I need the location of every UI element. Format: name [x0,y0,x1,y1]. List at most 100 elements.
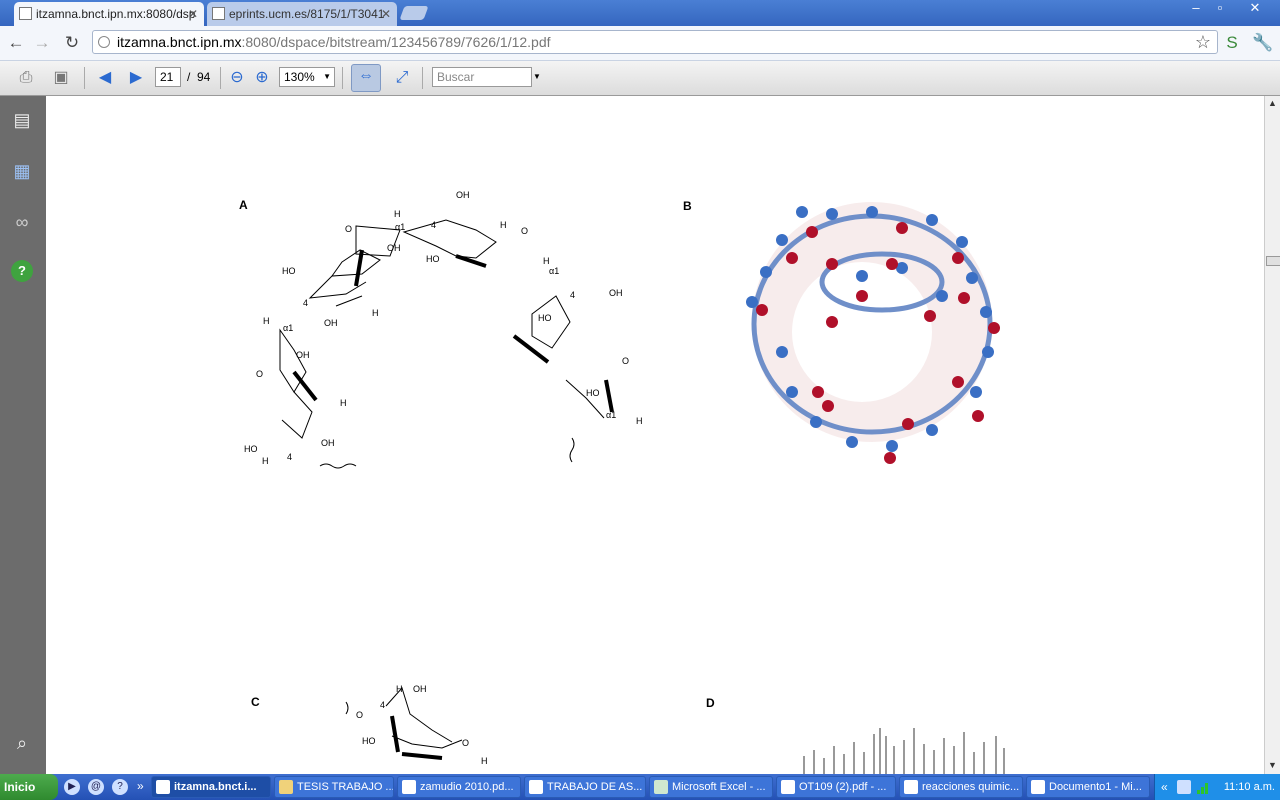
browser-window: itzamna.bnct.ipn.mx:8080/dsp ✕ eprints.u… [0,0,1280,800]
page-favicon-icon [212,7,225,20]
taskbar-item-folder[interactable]: TESIS TRABAJO ... [274,776,394,798]
network-icon[interactable] [1177,780,1191,794]
new-tab-button[interactable] [399,6,429,20]
maximize-button[interactable]: ▫ [1208,0,1232,18]
next-page-icon[interactable]: ▶ [125,67,147,89]
chem-label: OH [456,190,470,200]
oxygen-atom [988,322,1000,334]
carbon-atom [970,386,982,398]
chem-label: O [356,710,364,720]
minimize-button[interactable]: – [1184,0,1208,18]
oxygen-atom [786,252,798,264]
binoculars-icon[interactable]: ∞ [11,211,33,233]
taskbar-item-chrome-2[interactable]: reacciones quimic... [899,776,1023,798]
forward-arrow-icon[interactable]: → [32,33,52,53]
carbon-atom [926,214,938,226]
chem-label: O [345,224,353,234]
media-player-icon[interactable]: ▶ [64,779,80,795]
chem-label: HO [244,444,258,454]
outlook-icon[interactable]: @ [88,779,104,795]
tab-itzamna[interactable]: itzamna.bnct.ipn.mx:8080/dsp ✕ [14,2,204,26]
bookmarks-icon[interactable]: ▦ [11,160,33,182]
oxygen-atom [884,452,896,464]
previous-page-icon[interactable]: ◀ [94,67,116,89]
reload-icon[interactable]: ↻ [62,33,82,53]
close-window-button[interactable]: ✕ [1240,0,1270,18]
panel-label-c: C [251,695,260,709]
carbon-atom [786,386,798,398]
chem-label: O [256,369,264,379]
zoom-select[interactable]: 130% ▼ [279,67,335,87]
start-button[interactable]: Inicio [0,774,58,800]
chem-label: O [521,226,529,236]
page-info-icon[interactable] [98,36,110,48]
structure-c-diagram [345,687,463,760]
search-input[interactable]: Buscar [432,67,532,87]
chem-label: HO [282,266,296,276]
oxygen-atom [856,290,868,302]
oxygen-atom [886,258,898,270]
tray-expand-icon[interactable]: « [1161,774,1168,800]
search-icon[interactable]: ? [112,779,128,795]
close-tab-icon[interactable]: ✕ [381,2,391,26]
url-path: :8080/dspace/bitstream/123456789/7626/1/… [241,34,551,50]
chrome-icon [904,780,918,794]
chem-label: H [372,308,379,318]
bookmark-star-icon[interactable]: ☆ [1195,31,1211,53]
wrench-menu-icon[interactable]: 🔧 [1252,33,1273,53]
taskbar-item-chrome[interactable]: itzamna.bnct.i... [151,776,271,798]
scroll-thumb[interactable] [1266,256,1280,266]
search-dropdown-icon[interactable]: ▼ [533,67,541,87]
zoom-out-icon[interactable]: ⊖ [226,67,248,89]
address-bar[interactable]: itzamna.bnct.ipn.mx:8080/dspace/bitstrea… [92,30,1218,54]
chrome-icon [156,780,170,794]
signal-strength-icon[interactable] [1197,780,1211,794]
system-tray: « 11:10 a.m. [1154,774,1280,800]
chem-label: O [622,356,630,366]
tab-strip: itzamna.bnct.ipn.mx:8080/dsp ✕ eprints.u… [0,0,1280,26]
total-pages: 94 [197,70,211,84]
print-icon[interactable]: ⎙ [15,67,37,89]
zoom-in-icon[interactable]: ⊕ [251,67,273,89]
chem-label: H [543,256,550,266]
scroll-down-icon[interactable]: ▼ [1265,758,1280,772]
chem-label: H [481,756,488,766]
tab-eprints[interactable]: eprints.ucm.es/8175/1/T3041 ✕ [207,2,397,26]
pages-icon[interactable]: ▤ [11,109,33,131]
help-icon[interactable]: ? [11,260,33,282]
taskbar-item-pdf-2[interactable]: OT109 (2).pdf - ... [776,776,896,798]
panel-label-b: B [683,199,692,213]
taskbar-item-word-2[interactable]: Documento1 - Mi... [1026,776,1150,798]
quicklaunch-overflow[interactable]: » [137,774,144,798]
carbon-atom [846,436,858,448]
oxygen-atom [826,258,838,270]
taskbar-item-word[interactable]: TRABAJO DE AS... [524,776,646,798]
fit-page-icon[interactable]: ⤢ [391,67,413,89]
carbon-atom [826,208,838,220]
url-host: itzamna.bnct.ipn.mx [117,34,242,50]
carbon-atom [776,346,788,358]
vertical-scrollbar[interactable]: ▲ ▼ [1264,96,1280,774]
taskbar-item-pdf[interactable]: zamudio 2010.pd... [397,776,521,798]
back-arrow-icon[interactable]: ← [6,33,26,53]
oxygen-atom [822,400,834,412]
task-label: reacciones quimic... [922,781,1020,793]
skype-extension-icon[interactable]: S [1222,33,1242,53]
carbon-atom [926,424,938,436]
fit-width-icon[interactable]: ⇔ [351,64,381,92]
chem-label: OH [296,350,310,360]
chevron-down-icon: ▼ [323,72,331,81]
save-icon[interactable]: ▣ [50,67,72,89]
chem-label: 4 [431,220,437,230]
chem-label: H [394,209,401,219]
carbon-atom [886,440,898,452]
attachment-icon[interactable]: ⌕ [11,732,33,754]
close-tab-icon[interactable]: ✕ [188,2,198,26]
oxygen-atom [826,316,838,328]
page-number-input[interactable]: 21 [155,67,181,87]
taskbar-item-excel[interactable]: Microsoft Excel - ... [649,776,773,798]
chem-label: H [396,684,403,694]
oxygen-atom [972,410,984,422]
scroll-up-icon[interactable]: ▲ [1265,96,1280,110]
chem-label: α1 [395,222,406,232]
